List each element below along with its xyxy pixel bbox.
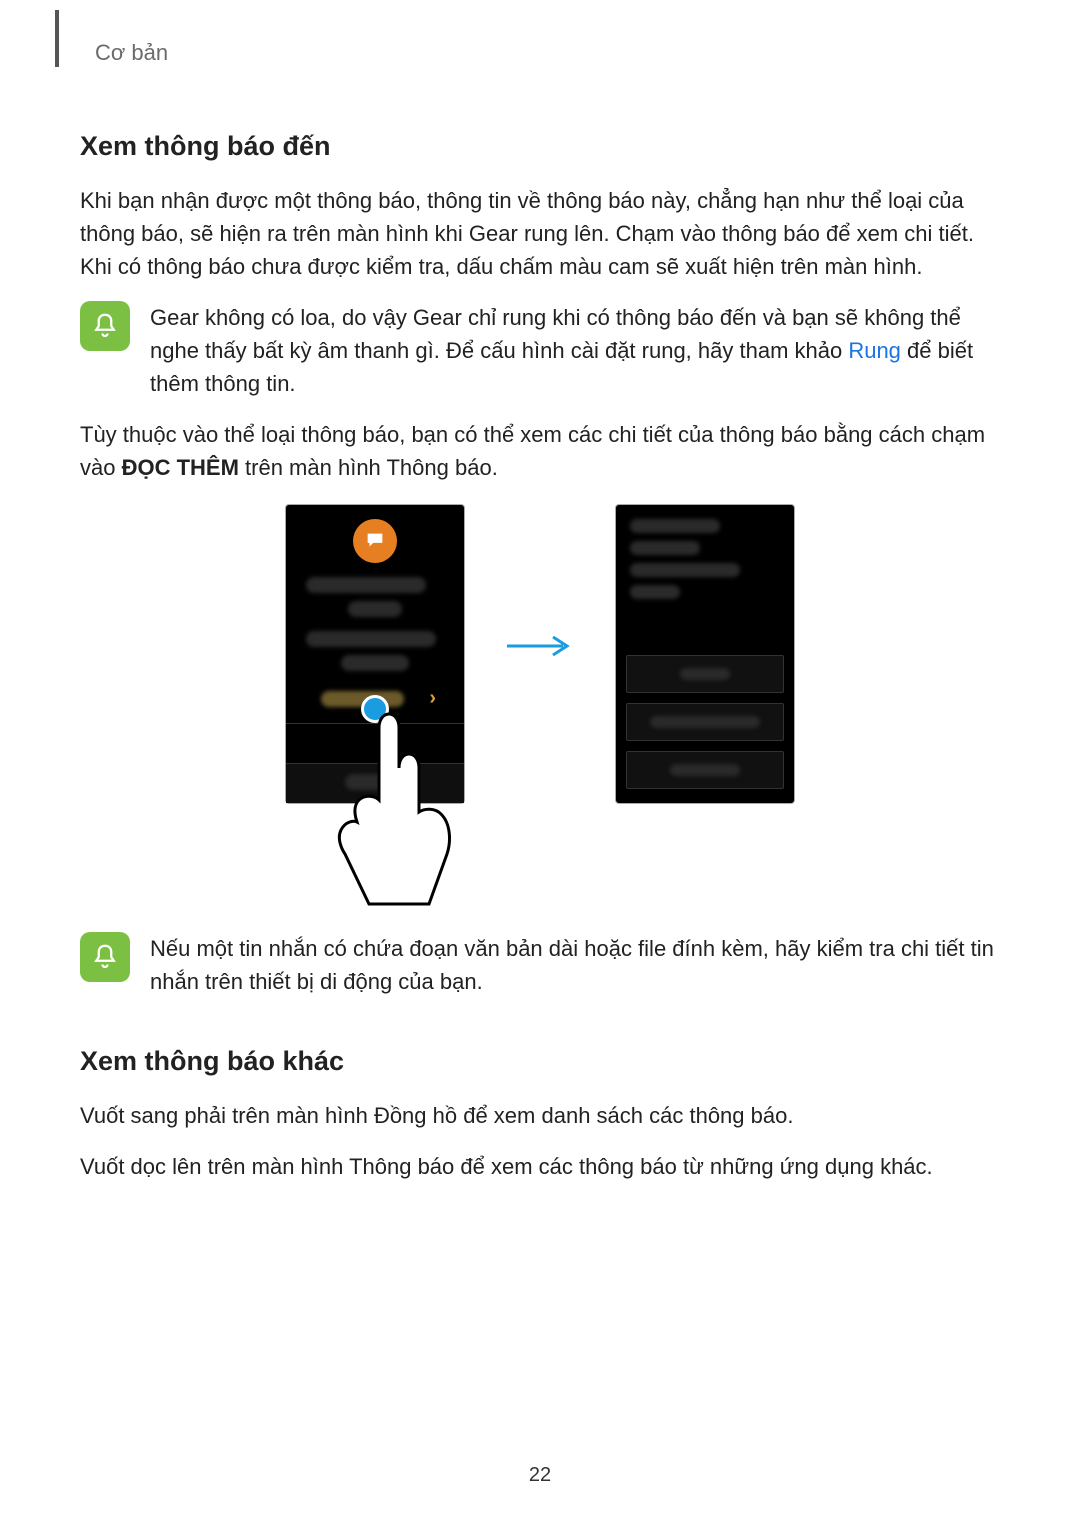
p2-part-b: trên màn hình Thông báo. bbox=[239, 455, 498, 480]
blur-line bbox=[630, 541, 700, 555]
bell-icon bbox=[80, 301, 130, 351]
bottom-bar bbox=[286, 763, 464, 803]
device-button bbox=[626, 655, 784, 693]
speech-bubble-icon bbox=[353, 519, 397, 563]
header-rule bbox=[55, 10, 59, 67]
section-title-incoming: Xem thông báo đến bbox=[80, 131, 1000, 162]
note-text-1: Gear không có loa, do vậy Gear chỉ rung … bbox=[150, 301, 1000, 400]
device-right bbox=[615, 504, 795, 804]
arrow-right-icon bbox=[505, 634, 575, 658]
paragraph-swipe-right: Vuốt sang phải trên màn hình Đồng hồ để … bbox=[80, 1099, 1000, 1132]
blur-line bbox=[306, 631, 436, 647]
blur-line bbox=[348, 601, 402, 617]
blur-line bbox=[630, 585, 680, 599]
breadcrumb: Cơ bản bbox=[95, 40, 1000, 66]
paragraph-intro: Khi bạn nhận được một thông báo, thông t… bbox=[80, 184, 1000, 283]
device-button bbox=[626, 703, 784, 741]
paragraph-swipe-up: Vuốt dọc lên trên màn hình Thông báo để … bbox=[80, 1150, 1000, 1183]
section-title-other: Xem thông báo khác bbox=[80, 1046, 1000, 1077]
note-row-2: Nếu một tin nhắn có chứa đoạn văn bản dà… bbox=[80, 932, 1000, 998]
bell-icon bbox=[80, 932, 130, 982]
link-rung[interactable]: Rung bbox=[848, 338, 901, 363]
chevron-right-icon: › bbox=[429, 687, 436, 710]
note-row-1: Gear không có loa, do vậy Gear chỉ rung … bbox=[80, 301, 1000, 400]
page: Cơ bản Xem thông báo đến Khi bạn nhận đư… bbox=[0, 0, 1080, 1527]
note-text-2: Nếu một tin nhắn có chứa đoạn văn bản dà… bbox=[150, 932, 1000, 998]
device-left: › bbox=[285, 504, 465, 804]
blur-line bbox=[341, 655, 409, 671]
device-button bbox=[626, 751, 784, 789]
blur-line bbox=[306, 577, 426, 593]
touch-indicator bbox=[361, 695, 389, 723]
page-number: 22 bbox=[0, 1464, 1080, 1487]
figure-tap-notification: › bbox=[80, 504, 1000, 904]
separator bbox=[286, 723, 464, 724]
blur-line bbox=[630, 519, 720, 533]
p2-bold: ĐỌC THÊM bbox=[122, 455, 239, 480]
blur-line bbox=[630, 563, 740, 577]
paragraph-readmore: Tùy thuộc vào thể loại thông báo, bạn có… bbox=[80, 418, 1000, 484]
blur-button bbox=[345, 774, 405, 790]
note1-part-a: Gear không có loa, do vậy Gear chỉ rung … bbox=[150, 305, 961, 363]
